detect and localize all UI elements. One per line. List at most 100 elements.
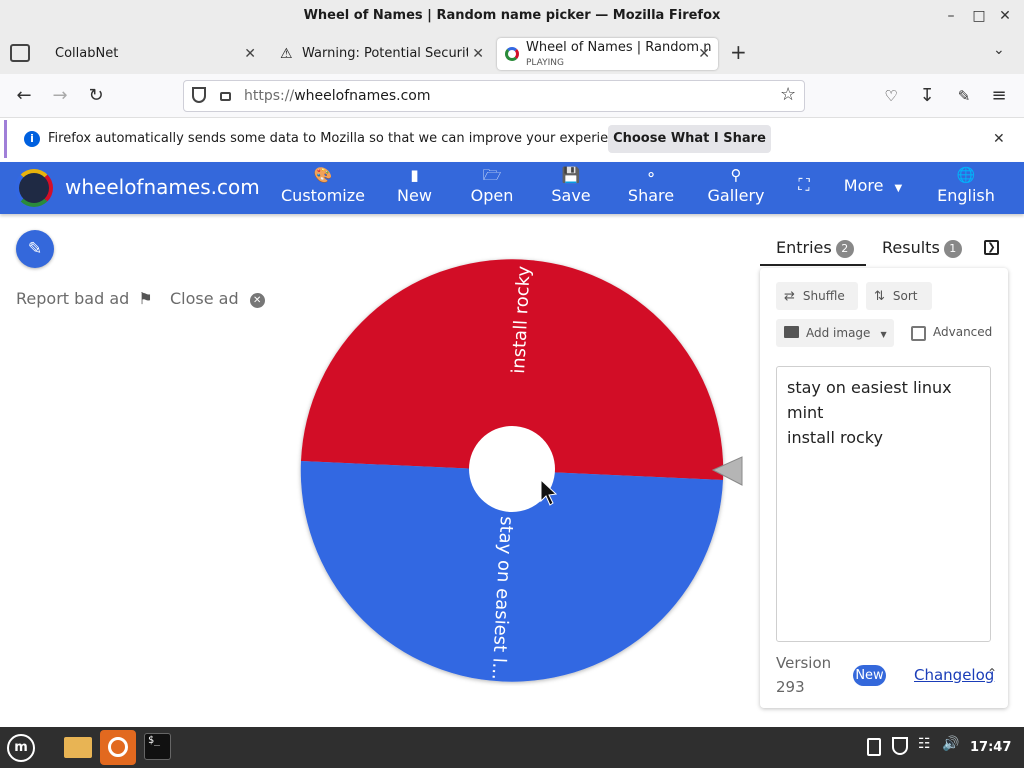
window-title: Wheel of Names | Random name picker — Mo… (303, 8, 721, 23)
menu-label: More (843, 176, 884, 195)
download-icon[interactable]: ↧ (913, 82, 941, 110)
close-icon[interactable]: ✕ (468, 38, 484, 70)
bookmark-star-icon[interactable]: ☆ (780, 84, 796, 105)
entries-textarea[interactable]: stay on easiest linux mint install rocky (776, 366, 991, 642)
edit-button[interactable]: ✎ (16, 230, 54, 268)
save-icon: 💾 (561, 166, 581, 184)
update-icon[interactable] (867, 738, 881, 756)
tab-label: CollabNet (55, 46, 119, 61)
pocket-icon[interactable]: ♡ (877, 82, 905, 110)
url-text[interactable]: https://wheelofnames.com (244, 81, 430, 111)
folder-icon[interactable] (64, 737, 92, 758)
new-badge: New (853, 665, 886, 686)
close-icon[interactable]: ✕ (698, 38, 710, 70)
close-ad-label: Close ad (170, 289, 239, 308)
tab-collabnet[interactable]: CollabNet ✕ (44, 38, 264, 70)
chevron-down-icon[interactable]: ⌄ (993, 42, 1005, 58)
add-image-label: Add image (806, 326, 871, 340)
chevron-down-icon: ▼ (880, 330, 887, 339)
volume-icon[interactable]: 🔊 (942, 736, 959, 752)
minimize-icon[interactable]: – (938, 0, 964, 32)
shuffle-label: Shuffle (802, 289, 845, 303)
customize-button[interactable]: 🎨 Customize (280, 166, 366, 210)
add-image-button[interactable]: Add image ▼ (776, 319, 894, 347)
fullscreen-icon: ⛶ (798, 175, 810, 194)
chevron-up-icon[interactable]: ⌃ (987, 666, 997, 680)
version-label: Version (776, 654, 832, 672)
menu-icon[interactable]: ≡ (985, 82, 1013, 110)
url-host: wheelofnames.com (294, 88, 431, 104)
close-icon[interactable]: ✕ (244, 38, 256, 70)
changelog-link[interactable]: Changelog (914, 666, 994, 684)
terminal-icon[interactable]: $_ (144, 733, 171, 760)
mint-menu-icon[interactable]: m (7, 734, 35, 762)
entry-line: install rocky (787, 428, 883, 447)
tab-entries-label: Entries (776, 238, 832, 257)
data-notification-bar: i Firefox automatically sends some data … (4, 120, 1024, 158)
brand-title[interactable]: wheelofnames.com (65, 162, 260, 212)
close-icon[interactable]: ✕ (993, 120, 1005, 158)
save-button[interactable]: 💾 Save (548, 166, 594, 210)
folder-open-icon: 🗁 (482, 166, 502, 184)
maximize-icon[interactable]: □ (966, 0, 992, 32)
file-icon: ▮ (410, 166, 419, 184)
navigation-bar: ← → ↻ https://wheelofnames.com ☆ ♡ ↧ ✎ ≡ (0, 74, 1024, 118)
tab-bar: CollabNet ✕ ⚠ Warning: Potential Securit… (0, 34, 1024, 74)
menu-label: Share (627, 186, 675, 205)
advanced-label: Advanced (933, 325, 993, 339)
tab-entries[interactable]: Entries 2 (760, 236, 866, 266)
extensions-icon[interactable]: ✎ (950, 82, 978, 110)
shuffle-icon: ⇄ (784, 289, 795, 304)
sort-button[interactable]: ⇅ Sort (866, 282, 932, 310)
reload-icon[interactable]: ↻ (82, 82, 110, 110)
menu-label: Customize (281, 186, 365, 205)
menu-label: Save (551, 186, 591, 205)
back-icon[interactable]: ← (10, 82, 38, 110)
report-bad-ad-link[interactable]: Report bad ad ⚑ (16, 289, 153, 308)
collapse-panel-icon[interactable]: ❯ (984, 240, 999, 255)
tab-warning[interactable]: ⚠ Warning: Potential Security ✕ (270, 38, 492, 70)
tab-wheel-of-names[interactable]: Wheel of Names | Random n PLAYING ✕ (497, 38, 718, 70)
shield-icon (192, 87, 206, 103)
network-icon[interactable]: ☷ (918, 736, 931, 752)
firefox-taskbar-icon[interactable] (100, 730, 136, 765)
close-ad-link[interactable]: Close ad ✕ (170, 289, 265, 308)
app-header: wheelofnames.com 🎨 Customize ▮ New 🗁 Ope… (0, 162, 1024, 214)
tab-overview-icon[interactable] (10, 44, 30, 62)
new-tab-icon[interactable]: + (730, 40, 747, 64)
tab-results-label: Results (882, 238, 940, 257)
entry-line: stay on easiest linux mint (787, 378, 952, 422)
wheel-logo-icon[interactable] (15, 169, 53, 207)
search-icon: ⚲ (730, 166, 742, 184)
menu-label: Open (470, 186, 514, 205)
advanced-checkbox[interactable] (911, 326, 926, 341)
gallery-button[interactable]: ⚲ Gallery (706, 166, 766, 210)
url-bar[interactable]: https://wheelofnames.com ☆ (183, 80, 805, 112)
wheel-favicon-icon (505, 47, 519, 61)
menu-label: New (397, 186, 432, 205)
url-scheme: https:// (244, 88, 295, 104)
fullscreen-button[interactable]: ⛶ (792, 176, 816, 220)
share-icon: ⚬ (644, 166, 658, 184)
pencil-icon: ✎ (27, 239, 43, 259)
more-button[interactable]: More ▼ (840, 176, 906, 220)
open-button[interactable]: 🗁 Open (468, 166, 516, 210)
close-window-icon[interactable]: ✕ (992, 0, 1018, 32)
chevron-down-icon: ▼ (894, 183, 903, 194)
lock-icon (220, 92, 231, 101)
report-ad-label: Report bad ad (16, 289, 130, 308)
new-button[interactable]: ▮ New (392, 166, 437, 210)
sort-label: Sort (892, 289, 918, 303)
wheel[interactable]: install rocky stay on easiest l... (296, 254, 746, 686)
clock[interactable]: 17:47 (970, 727, 1011, 768)
tab-results[interactable]: Results 1 (882, 236, 972, 260)
choose-what-i-share-button[interactable]: Choose What I Share (608, 125, 771, 153)
forward-icon[interactable]: → (46, 82, 74, 110)
shuffle-button[interactable]: ⇄ Shuffle (776, 282, 858, 310)
share-button[interactable]: ⚬ Share (626, 166, 676, 210)
shield-tray-icon[interactable] (892, 737, 908, 755)
globe-icon: 🌐 (956, 166, 976, 184)
version-number: 293 (776, 678, 805, 696)
language-button[interactable]: 🌐 English (936, 166, 996, 210)
window-titlebar: Wheel of Names | Random name picker — Mo… (0, 0, 1024, 34)
